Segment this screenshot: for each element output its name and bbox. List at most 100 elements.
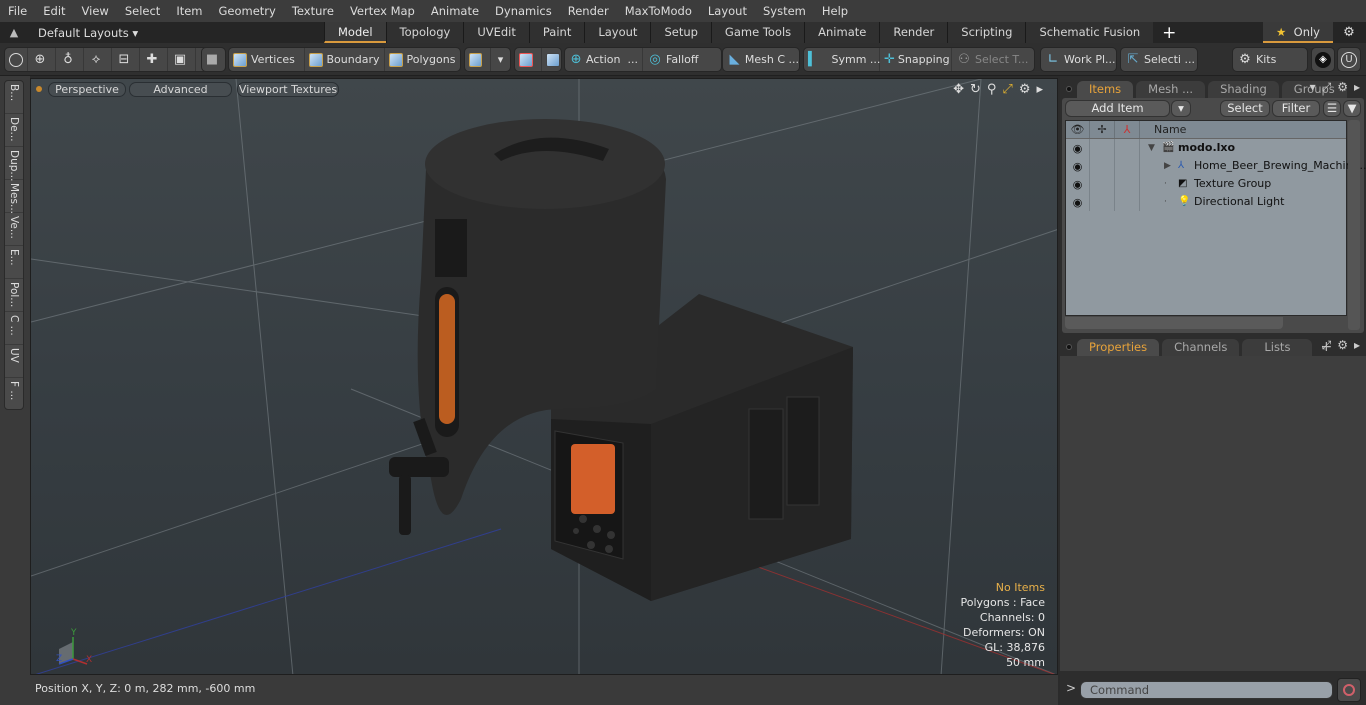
left-tool-tab[interactable]: B... bbox=[5, 81, 23, 114]
menu-vertex-map[interactable]: Vertex Map bbox=[342, 0, 423, 22]
lock-cell[interactable] bbox=[1090, 157, 1115, 175]
left-tool-tab[interactable]: F ... bbox=[5, 378, 23, 411]
list-options-button[interactable]: ☰ bbox=[1323, 100, 1341, 117]
menu-edit[interactable]: Edit bbox=[35, 0, 73, 22]
viewport-expand-arrow-icon[interactable]: ▸ bbox=[1036, 82, 1043, 97]
tab-uvedit[interactable]: UVEdit bbox=[463, 22, 529, 43]
item-mode-button[interactable]: ■ bbox=[201, 47, 226, 72]
expand-right-triangle-icon[interactable]: ▶ bbox=[1164, 157, 1171, 175]
name-column-header[interactable]: Name bbox=[1140, 121, 1346, 138]
select-through-button[interactable]: ⚇ Select T... bbox=[952, 48, 1034, 71]
visibility-eye-icon[interactable]: ◉ bbox=[1066, 139, 1090, 157]
select-button[interactable]: Select bbox=[1220, 100, 1270, 117]
left-tool-tab[interactable]: C ... bbox=[5, 312, 23, 345]
tabs-dropdown-icon[interactable]: ▾ bbox=[1310, 80, 1316, 95]
tab-shading[interactable]: Shading bbox=[1208, 81, 1279, 98]
polygons-button[interactable]: Polygons bbox=[385, 48, 461, 71]
left-tool-tab[interactable]: De... bbox=[5, 114, 23, 147]
default-layouts-dropdown[interactable]: Default Layouts ▾ bbox=[28, 26, 324, 40]
left-tool-tab[interactable]: Ve... bbox=[5, 213, 23, 246]
props-options-dot[interactable] bbox=[1066, 344, 1072, 350]
left-tool-tab[interactable]: Dup... bbox=[5, 147, 23, 181]
funnel-filter-icon[interactable]: ▼ bbox=[1343, 100, 1361, 117]
tab-properties[interactable]: Properties bbox=[1077, 339, 1160, 356]
lock-cell[interactable] bbox=[1090, 193, 1115, 211]
viewport-options-dot[interactable] bbox=[36, 86, 42, 92]
center-pivot-button[interactable] bbox=[515, 48, 542, 71]
tab-setup[interactable]: Setup bbox=[650, 22, 711, 43]
visibility-eye-icon[interactable]: ◉ bbox=[1066, 157, 1090, 175]
tree-leaf-dot-icon[interactable]: · bbox=[1164, 193, 1167, 211]
menu-select[interactable]: Select bbox=[117, 0, 168, 22]
locator-cell[interactable] bbox=[1115, 193, 1140, 211]
locator-cell[interactable] bbox=[1115, 139, 1140, 157]
menu-dynamics[interactable]: Dynamics bbox=[487, 0, 560, 22]
material-mode-button[interactable] bbox=[465, 48, 491, 71]
select-connected-button[interactable]: ⊟ bbox=[112, 48, 140, 71]
command-record-button[interactable] bbox=[1337, 678, 1361, 702]
mesh-constraints-button[interactable]: ◣ Mesh C ... bbox=[722, 47, 800, 72]
props-gear-icon[interactable]: ⚙ bbox=[1337, 338, 1348, 353]
layout-settings-gear-icon[interactable]: ⚙ bbox=[1338, 22, 1360, 43]
visibility-eye-icon[interactable]: ◉ bbox=[1066, 175, 1090, 193]
lock-cell[interactable] bbox=[1090, 139, 1115, 157]
menu-view[interactable]: View bbox=[74, 0, 117, 22]
kits-button[interactable]: ⚙ Kits bbox=[1232, 47, 1308, 72]
tab-schematic-fusion[interactable]: Schematic Fusion bbox=[1025, 22, 1154, 43]
left-tool-tab[interactable]: Pol... bbox=[5, 279, 23, 312]
select-grow-button[interactable]: ✚ bbox=[140, 48, 168, 71]
maximize-panel-icon[interactable]: ⤢ bbox=[1322, 80, 1332, 95]
tab-animate[interactable]: Animate bbox=[804, 22, 880, 43]
boundary-button[interactable]: Boundary bbox=[305, 48, 385, 71]
viewport-textures-button[interactable]: Viewport Textures bbox=[237, 82, 339, 97]
add-item-button[interactable]: Add Item bbox=[1065, 100, 1170, 117]
unreal-button[interactable]: U bbox=[1337, 47, 1361, 72]
perspective-view-button[interactable]: Perspective bbox=[48, 82, 126, 97]
menu-file[interactable]: File bbox=[0, 0, 35, 22]
command-input[interactable]: Command bbox=[1080, 681, 1333, 699]
left-tool-tab[interactable]: E... bbox=[5, 246, 23, 279]
tab-render[interactable]: Render bbox=[879, 22, 948, 43]
menu-item[interactable]: Item bbox=[168, 0, 210, 22]
tab-items[interactable]: Items bbox=[1077, 81, 1134, 98]
tab-game-tools[interactable]: Game Tools bbox=[710, 22, 805, 43]
falloff-button[interactable]: ◎ Falloff bbox=[643, 48, 721, 71]
left-tool-tab[interactable]: Mes... bbox=[5, 180, 23, 214]
tab-scripting[interactable]: Scripting bbox=[947, 22, 1026, 43]
select-circle-button[interactable] bbox=[5, 48, 28, 71]
visibility-eye-icon[interactable]: 👁 bbox=[1066, 121, 1090, 138]
menu-geometry[interactable]: Geometry bbox=[211, 0, 284, 22]
menu-render[interactable]: Render bbox=[560, 0, 617, 22]
tab-lists[interactable]: Lists bbox=[1242, 339, 1313, 356]
panel-options-dot[interactable] bbox=[1066, 86, 1072, 92]
tree-row[interactable]: ◉ · ◩ Texture Group bbox=[1066, 175, 1346, 193]
action-center-button[interactable] bbox=[542, 48, 561, 71]
tree-row[interactable]: ◉ ▶ ⅄ Home_Beer_Brewing_Machin ... bbox=[1066, 157, 1366, 175]
unity-button[interactable]: ◈ bbox=[1311, 47, 1335, 72]
expand-down-triangle-icon[interactable]: ▼ bbox=[1148, 139, 1155, 157]
only-filter-button[interactable]: ★ Only bbox=[1263, 22, 1333, 43]
action-center-dropdown[interactable]: ⊕ Action ... bbox=[565, 48, 643, 71]
select-path-button[interactable]: ⟡ bbox=[84, 48, 112, 71]
filter-button[interactable]: Filter bbox=[1272, 100, 1320, 117]
collapse-arrow-icon[interactable]: ▲ bbox=[0, 26, 28, 39]
props-arrow-icon[interactable]: ▸ bbox=[1354, 338, 1360, 353]
zoom-magnifier-icon[interactable]: ⚲ bbox=[987, 82, 997, 97]
menu-animate[interactable]: Animate bbox=[423, 0, 487, 22]
tree-horizontal-scrollbar[interactable] bbox=[1065, 317, 1283, 329]
visibility-eye-icon[interactable]: ◉ bbox=[1066, 193, 1090, 211]
tab-mesh[interactable]: Mesh ... bbox=[1136, 81, 1206, 98]
symmetry-button[interactable]: ▍ Symm ... bbox=[804, 48, 880, 71]
add-item-dropdown[interactable]: ▾ bbox=[1171, 100, 1191, 117]
tree-row[interactable]: ◉ · 💡 Directional Light bbox=[1066, 193, 1346, 211]
tab-layout[interactable]: Layout bbox=[584, 22, 651, 43]
left-tool-tab[interactable]: UV bbox=[5, 345, 23, 378]
menu-help[interactable]: Help bbox=[814, 0, 856, 22]
tab-model[interactable]: Model bbox=[324, 22, 386, 43]
viewport-settings-gear-icon[interactable]: ⚙ bbox=[1019, 82, 1031, 97]
menu-maxtomodo[interactable]: MaxToModo bbox=[617, 0, 700, 22]
panel-arrow-icon[interactable]: ▸ bbox=[1354, 80, 1360, 95]
locator-axis-icon[interactable]: ⅄ bbox=[1115, 121, 1140, 138]
lock-cell[interactable] bbox=[1090, 175, 1115, 193]
selection-sets-button[interactable]: ⇱ Selecti ... bbox=[1120, 47, 1198, 72]
